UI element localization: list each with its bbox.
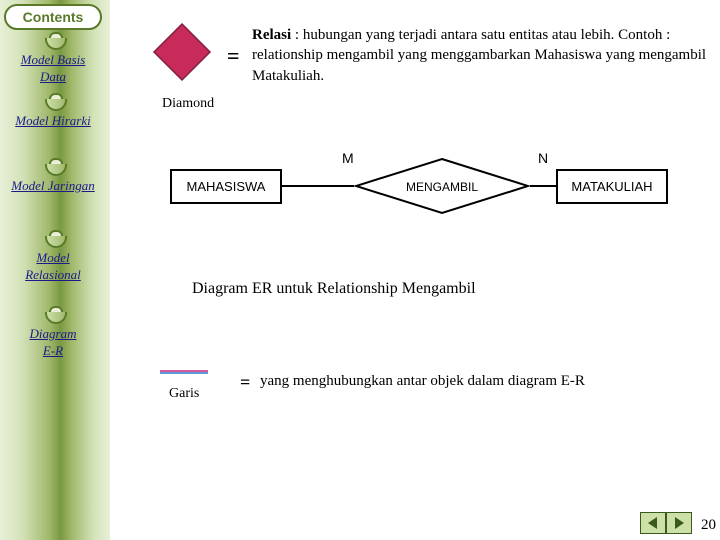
nav-label: Model Relasional [25, 250, 81, 282]
page-number: 20 [701, 517, 716, 534]
figure-caption: Diagram ER untuk Relationship Mengambil [192, 280, 476, 298]
relasi-text: : hubungan yang terjadi antara satu enti… [252, 27, 706, 84]
cardinality-m: M [342, 150, 354, 166]
nav-controls [640, 512, 692, 534]
relasi-definition: Relasi : hubungan yang terjadi antara sa… [252, 25, 712, 86]
clip-icon [44, 95, 68, 113]
nav-label: Model Jaringan [11, 178, 94, 193]
nav-label: Model Hirarki [15, 113, 90, 128]
clip-icon [44, 34, 68, 52]
equals-sign: = [240, 372, 250, 393]
sidebar-item-model-relasional[interactable]: Model Relasional [0, 250, 106, 284]
sidebar-item-model-basis-data[interactable]: Model Basis Data [0, 52, 106, 86]
cardinality-n: N [538, 150, 548, 166]
relasi-bold: Relasi [252, 27, 291, 43]
clip-icon [44, 160, 68, 178]
nav-label: Model Basis Data [21, 52, 86, 84]
er-line [530, 185, 556, 187]
equals-sign: = [227, 43, 240, 69]
contents-label: Contents [23, 9, 84, 25]
sidebar-item-model-hirarki[interactable]: Model Hirarki [0, 113, 106, 130]
er-line [282, 185, 354, 187]
entity-mahasiswa: MAHASISWA [170, 169, 282, 204]
clip-icon [44, 232, 68, 250]
sidebar-item-diagram-er[interactable]: Diagram E-R [0, 326, 106, 360]
line-icon [160, 370, 208, 374]
er-diagram: M N MAHASISWA MENGAMBIL MATAKULIAH [170, 155, 650, 235]
diamond-icon [152, 22, 212, 82]
triangle-left-icon [646, 516, 660, 530]
relation-diamond: MENGAMBIL [354, 157, 530, 220]
sidebar: Contents Model Basis Data Model Hirarki … [0, 0, 110, 540]
prev-button[interactable] [640, 512, 666, 534]
triangle-right-icon [672, 516, 686, 530]
main-content: = Relasi : hubungan yang terjadi antara … [112, 0, 720, 540]
diamond-label: Diamond [162, 96, 214, 112]
contents-button[interactable]: Contents [4, 4, 102, 30]
nav-label: Diagram E-R [30, 326, 77, 358]
sidebar-item-model-jaringan[interactable]: Model Jaringan [0, 178, 106, 195]
garis-definition: yang menghubungkan antar objek dalam dia… [260, 373, 585, 390]
next-button[interactable] [666, 512, 692, 534]
clip-icon [44, 308, 68, 326]
relation-label: MENGAMBIL [406, 180, 478, 194]
entity-matakuliah: MATAKULIAH [556, 169, 668, 204]
entity-label: MATAKULIAH [571, 179, 652, 194]
garis-label: Garis [169, 386, 199, 402]
entity-label: MAHASISWA [187, 179, 266, 194]
